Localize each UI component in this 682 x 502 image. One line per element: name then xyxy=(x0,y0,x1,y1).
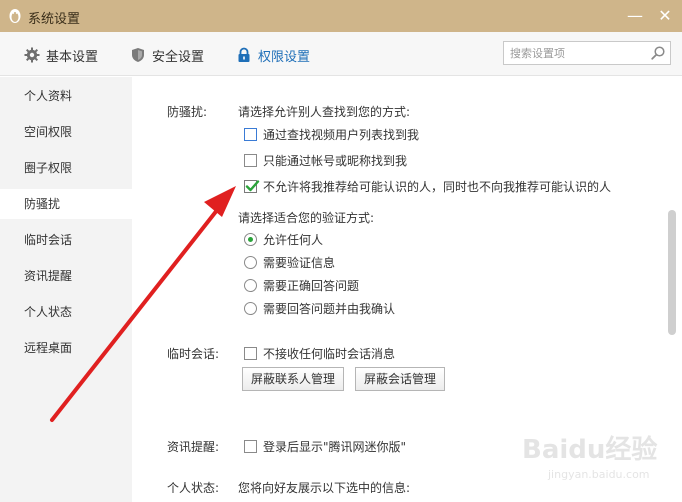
temp-session-checkbox[interactable] xyxy=(244,346,257,360)
sidebar-item-temp-session[interactable]: 临时会话 xyxy=(0,225,132,255)
block-sessions-button[interactable]: 屏蔽会话管理 xyxy=(355,367,446,391)
news-reminder-label: 资讯提醒: xyxy=(167,440,220,454)
sidebar-item-remote-desktop[interactable]: 远程桌面 xyxy=(0,333,132,363)
personal-status-label: 个人状态: xyxy=(167,481,220,495)
news-reminder-option-label: 登录后显示"腾讯网迷你版" xyxy=(263,439,407,454)
block-contacts-button[interactable]: 屏蔽联系人管理 xyxy=(242,367,345,391)
find-option-account-only-label: 只能通过帐号或昵称找到我 xyxy=(263,153,408,168)
verify-method-title: 请选择适合您的验证方式: xyxy=(238,211,375,225)
shield-icon xyxy=(132,48,144,62)
tab-basic-settings[interactable]: 基本设置 xyxy=(24,44,98,66)
tab-permission-settings[interactable]: 权限设置 xyxy=(236,44,310,66)
find-option-account-only[interactable]: 只能通过帐号或昵称找到我 xyxy=(244,152,407,168)
tab-permission-settings-label: 权限设置 xyxy=(258,49,311,65)
minimize-button[interactable]: — xyxy=(624,6,646,26)
toolbar: 基本设置 安全设置 权限设置 xyxy=(0,32,682,76)
watermark-url: jingyan.baidu.com xyxy=(547,468,650,481)
anti-harassment-label: 防骚扰: xyxy=(167,105,208,119)
watermark-text: Baidu经验 xyxy=(522,434,657,465)
verify-option-answer-radio[interactable] xyxy=(244,278,257,292)
sidebar-item-profile[interactable]: 个人资料 xyxy=(0,81,132,111)
verify-option-anyone[interactable]: 允许任何人 xyxy=(244,231,323,247)
penguin-icon xyxy=(9,9,21,23)
verify-option-message[interactable]: 需要验证信息 xyxy=(244,254,335,270)
temp-session-option-label: 不接收任何临时会话消息 xyxy=(263,346,396,361)
news-reminder-checkbox[interactable] xyxy=(244,439,257,453)
sidebar: 个人资料 空间权限 圈子权限 防骚扰 临时会话 资讯提醒 个人状态 远程桌面 xyxy=(0,77,132,502)
verify-option-anyone-label: 允许任何人 xyxy=(263,232,324,247)
verify-option-answer-confirm-radio[interactable] xyxy=(244,301,257,315)
sidebar-item-personal-status[interactable]: 个人状态 xyxy=(0,297,132,327)
find-method-title: 请选择允许别人查找到您的方式: xyxy=(238,105,411,119)
find-option-video-list-label: 通过查找视频用户列表找到我 xyxy=(263,127,420,142)
scrollbar-thumb[interactable] xyxy=(668,210,676,335)
tab-security-settings[interactable]: 安全设置 xyxy=(130,44,204,66)
verify-option-message-radio[interactable] xyxy=(244,255,257,269)
find-option-video-list[interactable]: 通过查找视频用户列表找到我 xyxy=(244,126,419,142)
find-option-no-recommend-label: 不允许将我推荐给可能认识的人，同时也不向我推荐可能认识的人 xyxy=(263,179,612,194)
find-option-account-only-checkbox[interactable] xyxy=(244,153,257,167)
sidebar-item-space-permission[interactable]: 空间权限 xyxy=(0,117,132,147)
temp-session-label: 临时会话: xyxy=(167,347,220,361)
find-option-video-list-checkbox[interactable] xyxy=(244,127,257,141)
search-icon[interactable] xyxy=(650,45,666,61)
verify-option-answer-confirm[interactable]: 需要回答问题并由我确认 xyxy=(244,300,395,316)
verify-option-message-label: 需要验证信息 xyxy=(263,255,336,270)
checkmark-icon xyxy=(245,179,260,191)
news-reminder-option[interactable]: 登录后显示"腾讯网迷你版" xyxy=(244,438,406,454)
sidebar-item-news-reminder[interactable]: 资讯提醒 xyxy=(0,261,132,291)
search-input[interactable] xyxy=(510,45,644,61)
find-option-no-recommend[interactable]: 不允许将我推荐给可能认识的人，同时也不向我推荐可能认识的人 xyxy=(244,178,611,194)
search-box xyxy=(503,41,671,65)
window-title: 系统设置 xyxy=(28,12,81,27)
temp-session-option[interactable]: 不接收任何临时会话消息 xyxy=(244,345,395,361)
personal-status-text: 您将向好友展示以下选中的信息: xyxy=(238,481,411,495)
close-button[interactable]: ✕ xyxy=(654,6,676,26)
sidebar-item-circle-permission[interactable]: 圈子权限 xyxy=(0,153,132,183)
verify-option-answer[interactable]: 需要正确回答问题 xyxy=(244,277,359,293)
sidebar-item-anti-harassment[interactable]: 防骚扰 xyxy=(0,189,132,219)
title-bar: 系统设置 — ✕ xyxy=(0,0,682,32)
verify-option-answer-confirm-label: 需要回答问题并由我确认 xyxy=(263,301,396,316)
find-option-no-recommend-checkbox[interactable] xyxy=(244,179,260,193)
verify-option-answer-label: 需要正确回答问题 xyxy=(263,278,360,293)
baidu-jingyan-watermark: Baidu经验 jingyan.baidu.com xyxy=(522,434,657,481)
verify-option-anyone-radio[interactable] xyxy=(244,232,257,246)
lock-icon xyxy=(238,47,250,62)
tab-basic-settings-label: 基本设置 xyxy=(46,49,99,65)
gear-icon xyxy=(24,47,40,63)
tab-security-settings-label: 安全设置 xyxy=(152,49,205,65)
